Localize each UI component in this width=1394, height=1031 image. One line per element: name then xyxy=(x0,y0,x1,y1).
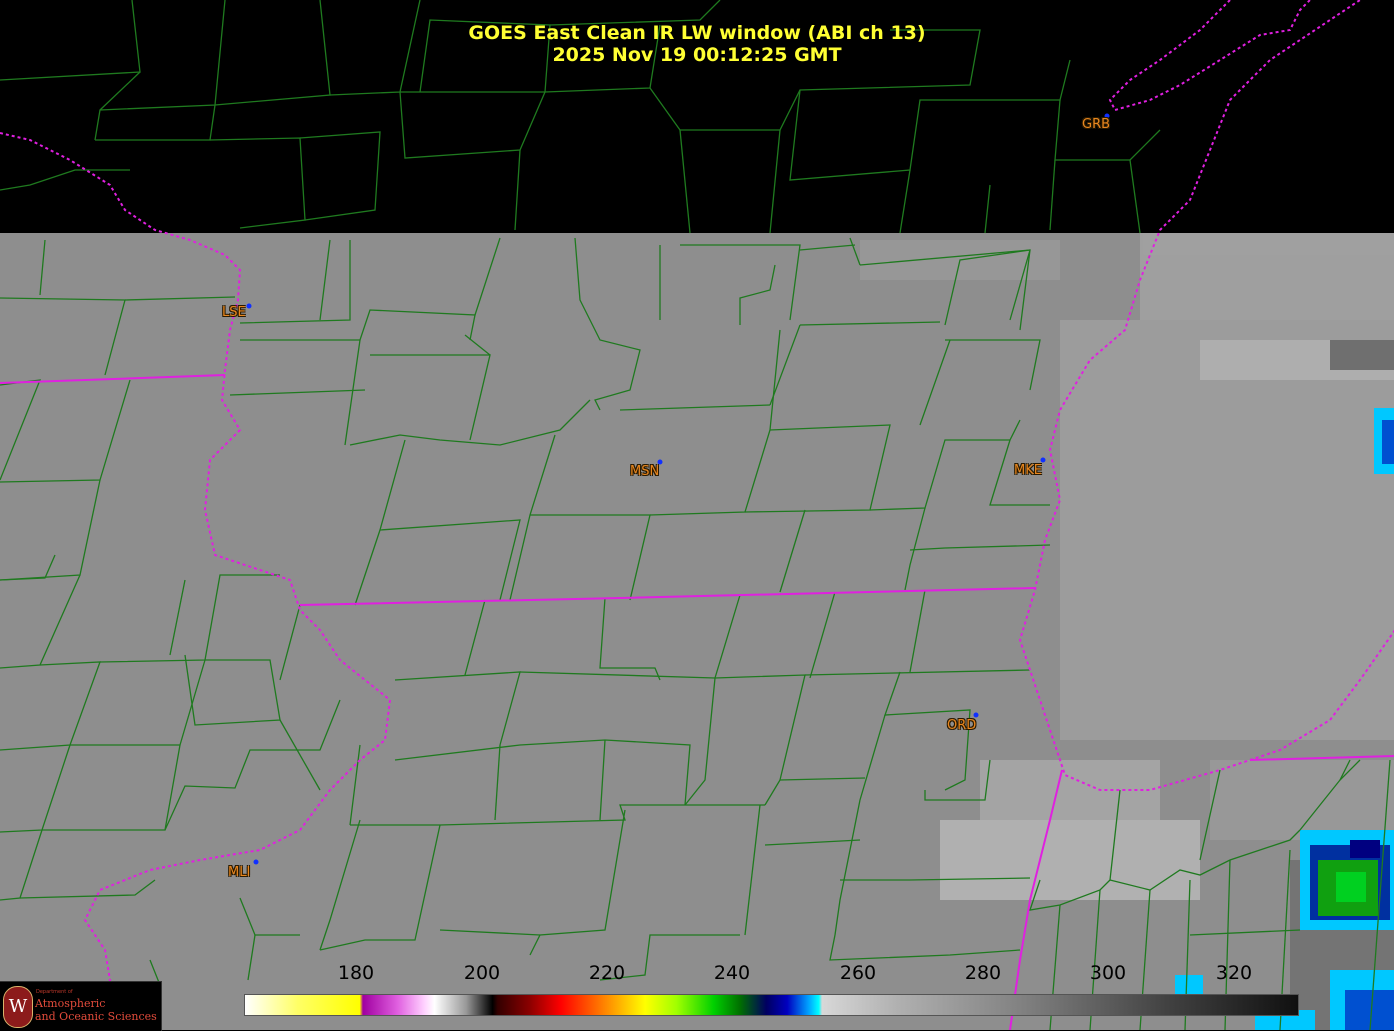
station-dot-mli xyxy=(253,859,259,865)
station-label-ord: ORD xyxy=(947,718,977,733)
logo-line2: and Oceanic Sciences xyxy=(35,1010,157,1023)
station-label-mli: MLI xyxy=(228,865,251,880)
station-label-mke: MKE xyxy=(1014,463,1042,478)
uw-crest-icon: W xyxy=(3,986,33,1028)
satellite-map[interactable] xyxy=(0,0,1394,1030)
station-label-grb: GRB xyxy=(1082,117,1111,132)
colorbar-tick: 240 xyxy=(713,962,751,984)
station-dot-ord xyxy=(973,712,979,718)
aos-logo: W Department of Atmospheric and Oceanic … xyxy=(0,981,162,1031)
colorbar-tick: 320 xyxy=(1215,962,1253,984)
temperature-colorbar xyxy=(244,994,1299,1016)
station-label-lse: LSE xyxy=(222,305,246,320)
map-title: GOES East Clean IR LW window (ABI ch 13) xyxy=(468,22,926,44)
logo-line1: Atmospheric xyxy=(35,997,106,1010)
colorbar-tick: 300 xyxy=(1089,962,1127,984)
colorbar-tick: 280 xyxy=(964,962,1002,984)
logo-department: Department of xyxy=(36,989,73,995)
colorbar-tick: 220 xyxy=(588,962,626,984)
station-label-msn: MSN xyxy=(630,464,660,479)
colorbar-tick: 260 xyxy=(839,962,877,984)
station-dot-mke xyxy=(1040,457,1046,463)
colorbar-tick: 180 xyxy=(337,962,375,984)
colorbar-tick: 200 xyxy=(463,962,501,984)
station-dot-lse xyxy=(246,303,252,309)
map-timestamp: 2025 Nov 19 00:12:25 GMT xyxy=(552,44,842,66)
